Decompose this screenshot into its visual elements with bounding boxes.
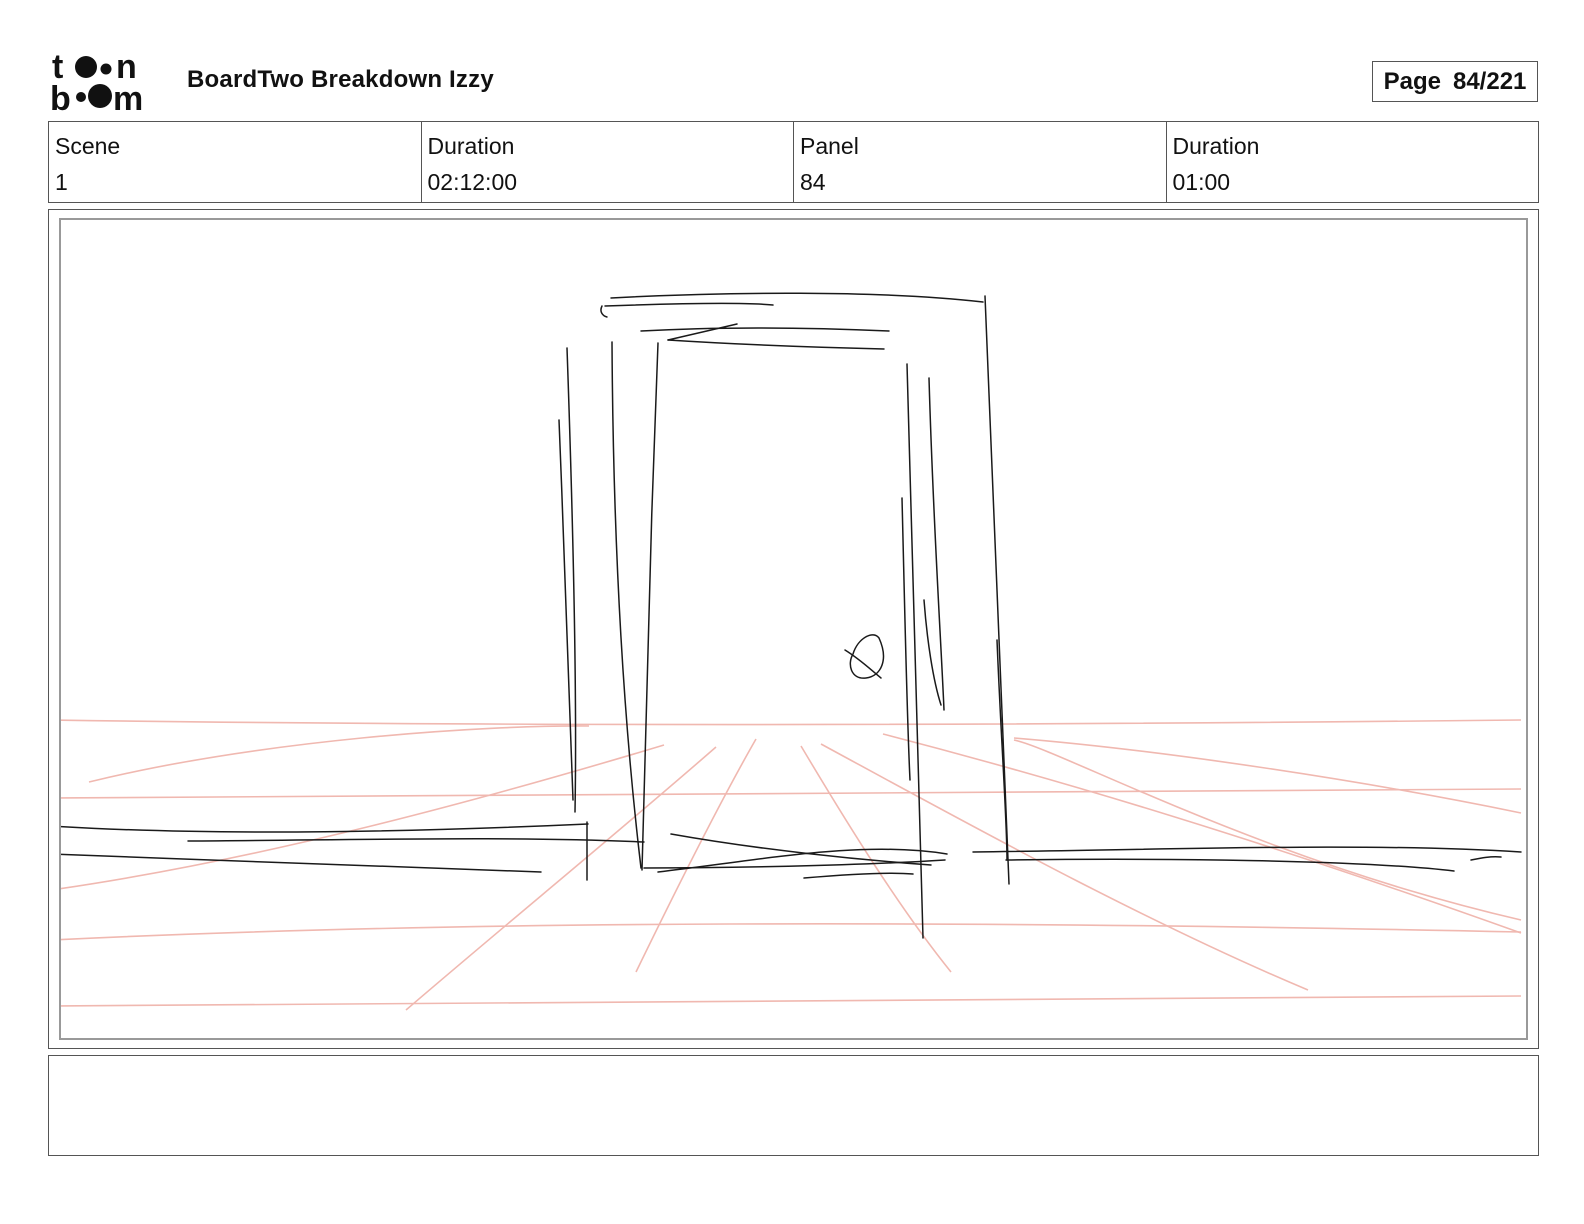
storyboard-panel	[48, 209, 1539, 1049]
panel-duration-value: 01:00	[1172, 169, 1231, 195]
floor-guide-lines	[61, 719, 1522, 1011]
page-label: Page	[1383, 67, 1441, 95]
scene-duration-label: Duration	[427, 133, 515, 159]
scene-duration-value: 02:12:00	[427, 169, 518, 195]
svg-text:b: b	[50, 80, 71, 112]
panel-value: 84	[800, 169, 826, 195]
panel-label: Panel	[800, 133, 859, 159]
panel-info-table: Scene 1 Duration 02:12:00 Panel 84 Durat…	[48, 121, 1539, 203]
panel-camera-frame	[59, 218, 1528, 1040]
panel-duration-cell: Duration 01:00	[1167, 122, 1539, 202]
document-title: BoardTwo Breakdown Izzy	[187, 66, 494, 93]
page-number: 84/221	[1452, 67, 1527, 95]
scene-label: Scene	[55, 133, 121, 159]
panel-cell: Panel 84	[794, 122, 1167, 202]
page-indicator: Page 84/221	[1372, 61, 1538, 102]
toon-boom-logo: t n b m	[50, 50, 143, 112]
panel-notes-box	[48, 1055, 1539, 1156]
scene-cell: Scene 1	[49, 122, 422, 202]
scene-value: 1	[55, 169, 68, 195]
door-lines	[61, 292, 1522, 939]
door-sketch	[61, 292, 1522, 1011]
panel-duration-label: Duration	[1172, 133, 1260, 159]
scene-duration-cell: Duration 02:12:00	[422, 122, 794, 202]
svg-text:m: m	[113, 80, 143, 112]
